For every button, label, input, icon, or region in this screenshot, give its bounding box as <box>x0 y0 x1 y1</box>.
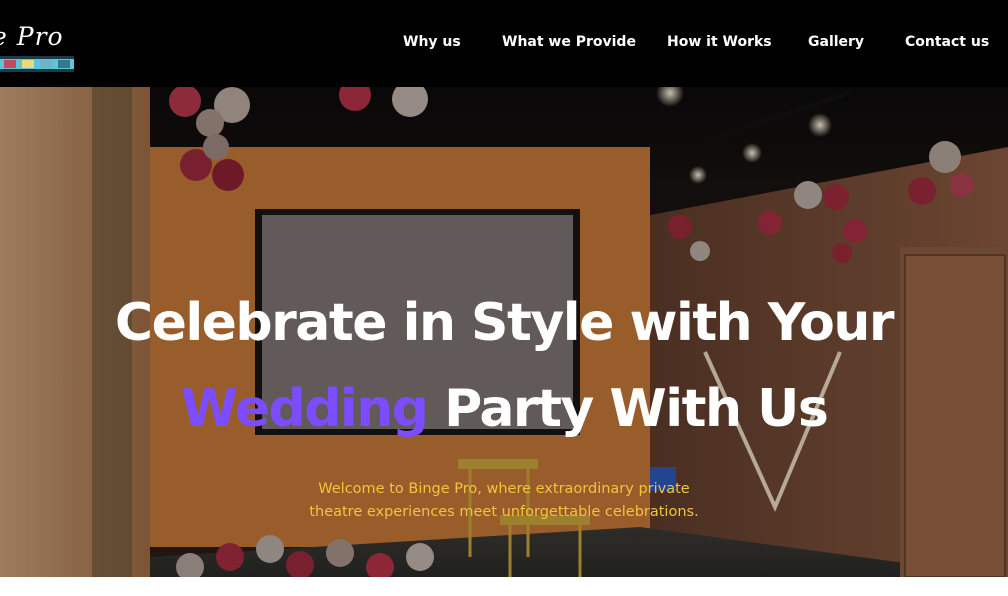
nav-how-it-works[interactable]: How it Works <box>667 34 772 50</box>
nav-why-us[interactable]: Why us <box>403 34 461 50</box>
nav-gallery[interactable]: Gallery <box>808 34 864 50</box>
nav-what-we-provide[interactable]: What we Provide <box>502 34 636 50</box>
hero-headline-line-2: Wedding Party With Us <box>0 379 1008 439</box>
page-below-hero <box>0 577 1008 596</box>
hero-section: Celebrate in Style with Your Wedding Par… <box>0 87 1008 577</box>
nav-contact-us[interactable]: Contact us <box>905 34 989 50</box>
hero-headline-accent: Wedding <box>180 379 429 439</box>
hero-subtext-line-1: Welcome to Binge Pro, where extraordinar… <box>318 481 690 497</box>
hero-headline-rest: Party With Us <box>427 379 829 439</box>
film-strip-icon <box>0 56 74 72</box>
main-nav: Why us What we Provide How it Works Gall… <box>0 34 1008 54</box>
hero-headline-line-1: Celebrate in Style with Your <box>114 293 895 353</box>
hero-subtext-line-2: theatre experiences meet unforgettable c… <box>309 504 699 520</box>
navbar: e Pro Why us What we Provide How it Work… <box>0 0 1008 87</box>
